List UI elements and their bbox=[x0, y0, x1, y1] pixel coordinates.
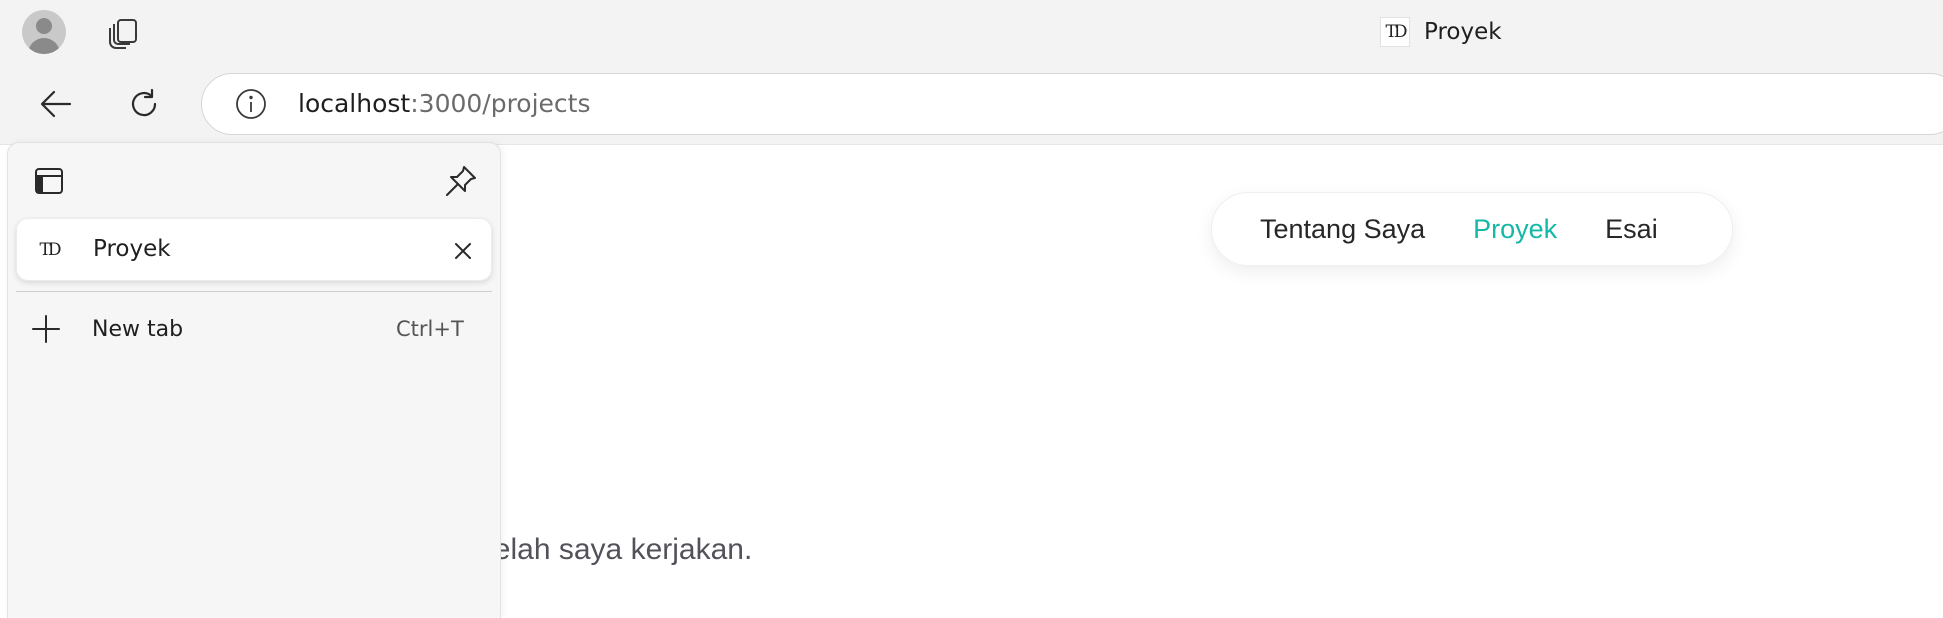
url-text[interactable]: localhost:3000/projects bbox=[298, 89, 591, 118]
panel-divider bbox=[16, 291, 492, 292]
avatar-head-shape bbox=[36, 18, 52, 34]
url-host: localhost bbox=[298, 89, 411, 118]
close-tab-button[interactable] bbox=[445, 233, 481, 269]
tab-favicon: TD bbox=[39, 240, 62, 260]
pin-panel-button[interactable] bbox=[440, 160, 482, 202]
new-tab-shortcut: Ctrl+T bbox=[396, 317, 464, 341]
active-tab-title: TD Proyek bbox=[1380, 16, 1502, 48]
back-button[interactable] bbox=[32, 80, 80, 128]
tab-label: Proyek bbox=[93, 236, 171, 262]
window-title: Proyek bbox=[1424, 19, 1502, 45]
workspaces-icon[interactable] bbox=[106, 14, 142, 50]
browser-toolbar: localhost:3000/projects bbox=[0, 64, 1943, 144]
plus-icon bbox=[30, 313, 62, 345]
reload-button[interactable] bbox=[120, 80, 168, 128]
tab-layout-button[interactable] bbox=[28, 160, 70, 202]
site-favicon: TD bbox=[1380, 17, 1410, 47]
pin-icon bbox=[446, 166, 476, 196]
nav-link-esai[interactable]: Esai bbox=[1605, 214, 1658, 245]
address-bar[interactable]: localhost:3000/projects bbox=[201, 73, 1943, 135]
tab-item-proyek[interactable]: TD Proyek bbox=[16, 218, 492, 281]
site-navigation: Tentang Saya Proyek Esai bbox=[1211, 192, 1733, 266]
close-icon bbox=[455, 243, 471, 259]
reload-icon bbox=[131, 88, 157, 117]
vertical-tabs-panel: TD Proyek New tab Ctrl+T bbox=[7, 142, 501, 618]
title-bar: TD Proyek bbox=[0, 0, 1943, 64]
sidebar-layout-icon bbox=[35, 168, 63, 194]
new-tab-button[interactable]: New tab Ctrl+T bbox=[16, 303, 492, 355]
profile-avatar[interactable] bbox=[22, 10, 66, 54]
arrow-left-icon bbox=[40, 90, 72, 118]
new-tab-label: New tab bbox=[92, 317, 184, 342]
site-info-icon[interactable] bbox=[234, 87, 268, 121]
nav-link-tentang-saya[interactable]: Tentang Saya bbox=[1260, 214, 1425, 245]
url-path: :3000/projects bbox=[410, 89, 591, 118]
nav-link-proyek[interactable]: Proyek bbox=[1473, 214, 1557, 245]
avatar-body-shape bbox=[28, 38, 60, 54]
